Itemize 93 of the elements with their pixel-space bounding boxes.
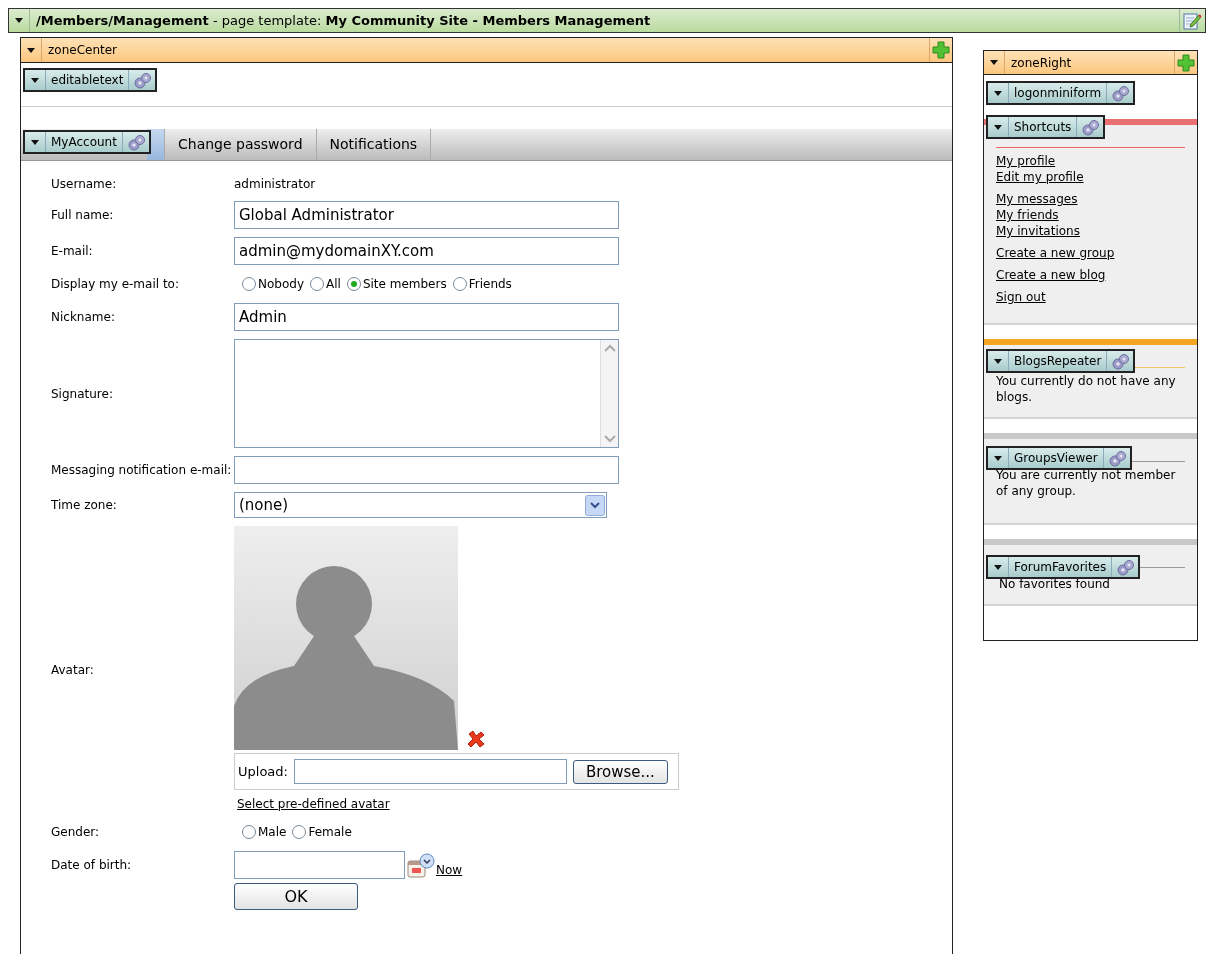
radio-label: Friends [468, 276, 512, 293]
field-label: Time zone: [51, 497, 118, 514]
now-link[interactable]: Now [436, 861, 463, 879]
plus-icon[interactable] [932, 41, 950, 59]
gear-icon[interactable] [1115, 558, 1136, 576]
webpart-name: editabletext [50, 72, 125, 89]
edit-icon[interactable] [1183, 11, 1202, 30]
webpart-message: No favorites found [998, 576, 1111, 592]
ok-button[interactable]: OK [234, 883, 358, 910]
plus-icon[interactable] [1177, 53, 1195, 72]
dropdown-value: (none) [239, 494, 289, 516]
caret-icon[interactable] [14, 17, 24, 24]
field-label: Avatar: [51, 661, 95, 679]
radio-button[interactable] [242, 277, 256, 291]
field-label: Messaging notification e-mail: [51, 462, 233, 479]
input-field[interactable]: Global Administrator [234, 201, 619, 229]
radio-button[interactable] [310, 277, 324, 291]
shortcut-link[interactable]: My invitations [996, 223, 1080, 239]
chevron-down-icon[interactable] [585, 494, 605, 516]
webpart-name: MyAccount [50, 134, 118, 151]
text-area[interactable] [234, 339, 619, 448]
shortcut-link[interactable]: My messages [996, 191, 1078, 207]
field-label: Date of birth: [51, 857, 133, 874]
shortcut-link[interactable]: My profile [996, 153, 1056, 169]
radio-button[interactable] [292, 825, 307, 839]
radio-button[interactable] [242, 825, 256, 839]
webpart-name: BlogsRepeater [1013, 353, 1103, 370]
field-label: Username: [51, 176, 118, 193]
zone-title: zoneCenter [48, 42, 118, 59]
radio-label: Female [308, 824, 352, 841]
zone-header[interactable]: zoneCenter [21, 38, 952, 63]
radio-label: Nobody [258, 276, 304, 293]
gear-icon[interactable] [1110, 352, 1131, 370]
browse-button[interactable]: Browse... [572, 759, 668, 784]
field-label: Full name: [51, 207, 115, 224]
radio-label: Site members [362, 276, 447, 293]
gear-icon[interactable] [1080, 118, 1101, 136]
dropdown[interactable]: (none) [234, 492, 607, 518]
gear-icon[interactable] [1106, 449, 1127, 467]
input-field[interactable] [234, 456, 619, 484]
webpart-header[interactable]: logonminiform [986, 81, 1136, 105]
input-field[interactable]: admin@mydomainXY.com [234, 237, 619, 265]
input-field[interactable]: Admin [234, 303, 619, 331]
webpart-message: You currently do not have any blogs. [996, 373, 1177, 405]
shortcut-link[interactable]: My friends [996, 207, 1059, 223]
webpart-name: Shortcuts [1013, 119, 1073, 136]
shortcut-link[interactable]: Sign out [996, 289, 1046, 305]
caret-icon[interactable] [993, 454, 1003, 462]
radio-label: All [326, 276, 341, 293]
shortcut-link[interactable]: Create a new blog [996, 267, 1106, 283]
zone-title: zoneRight [1011, 54, 1072, 72]
field-label: Nickname: [51, 309, 116, 326]
upload-label: Upload: [238, 762, 288, 781]
caret-icon[interactable] [30, 76, 40, 84]
caret-icon[interactable] [989, 59, 999, 66]
webpart-name: logonminiform [1013, 85, 1103, 102]
scrollbar[interactable] [600, 340, 618, 447]
webpart-name: ForumFavorites [1013, 559, 1108, 576]
webpart-message: You are currently not member of any group. [996, 467, 1177, 499]
caret-icon[interactable] [993, 563, 1003, 571]
caret-icon[interactable] [993, 89, 1003, 97]
calendar-icon[interactable] [407, 852, 435, 879]
field-label: E-mail: [51, 243, 94, 260]
tab[interactable]: Change password [165, 129, 317, 160]
webpart-header[interactable]: Shortcuts [986, 115, 1106, 139]
gear-icon[interactable] [1110, 84, 1131, 102]
webpart-header[interactable]: editabletext [23, 68, 158, 92]
page-title: /Members/Management - page template: My Community Site - Members Management [36, 11, 651, 30]
shortcut-link[interactable]: Edit my profile [996, 169, 1084, 185]
avatar-link[interactable]: Select pre-defined avatar [237, 795, 390, 813]
field-value: administrator [234, 176, 316, 193]
tab[interactable]: Notifications [316, 129, 432, 160]
shortcut-link[interactable]: Create a new group [996, 245, 1115, 261]
webpart-header[interactable]: BlogsRepeater [986, 349, 1136, 373]
radio-label: Male [258, 824, 287, 841]
webpart-header[interactable]: GroupsViewer [986, 446, 1132, 470]
delete-icon[interactable] [466, 729, 486, 749]
radio-button[interactable] [452, 277, 467, 291]
caret-icon[interactable] [30, 138, 40, 146]
webpart-header[interactable]: MyAccount [23, 130, 151, 154]
field-label: Signature: [51, 385, 114, 403]
radio-button[interactable] [346, 277, 361, 291]
file-input-field[interactable] [293, 759, 567, 784]
field-label: Display my e-mail to: [51, 276, 180, 293]
webpart-header[interactable]: ForumFavorites [986, 555, 1141, 579]
caret-icon[interactable] [993, 357, 1003, 365]
webpart-name: GroupsViewer [1013, 450, 1099, 467]
gear-icon[interactable] [132, 71, 153, 89]
date-input-field[interactable] [234, 851, 405, 879]
field-label: Gender: [51, 824, 101, 841]
caret-icon[interactable] [26, 46, 36, 54]
caret-icon[interactable] [993, 123, 1003, 131]
zone-header[interactable]: zoneRight [984, 51, 1197, 75]
